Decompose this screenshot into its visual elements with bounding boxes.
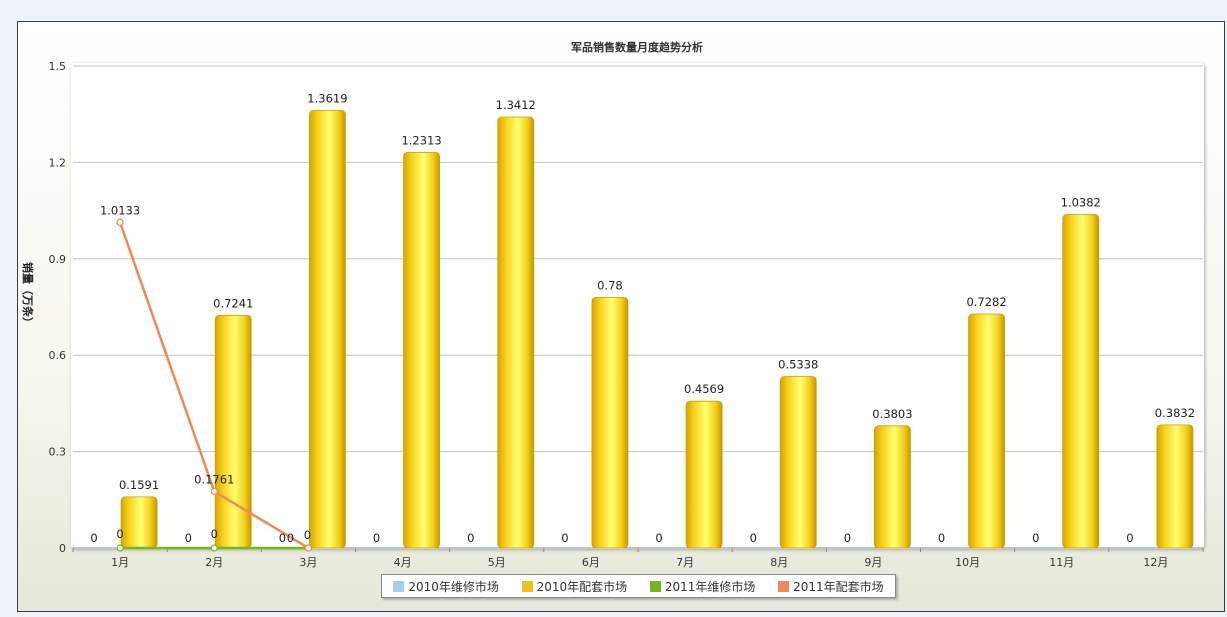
data-label-2010-maintenance: 0 xyxy=(750,531,757,545)
data-label-2010-maintenance: 0 xyxy=(373,531,380,545)
x-tick-label: 10月 xyxy=(955,556,980,569)
legend-item: 2010年维修市场 xyxy=(393,578,499,595)
legend-item: 2011年配套市场 xyxy=(778,578,884,595)
legend-swatch xyxy=(521,580,533,592)
bar-2010-maintenance xyxy=(648,547,685,548)
chart-svg: 军品销售数量月度趋势分析 销量（万条） 0 0.3 0.6 0.9 1.2 1.5 1月 2月… xyxy=(21,40,1204,569)
x-tick-label: 11月 xyxy=(1049,556,1074,569)
bar-2010-maintenance xyxy=(930,547,967,548)
y-tick-label: 0.3 xyxy=(49,446,67,459)
legend-label: 2010年配套市场 xyxy=(536,579,628,594)
bar-2010-oem xyxy=(214,314,252,549)
data-label-2011-maintenance: 0 xyxy=(116,527,123,541)
bar-2010-maintenance xyxy=(836,547,873,548)
bar-2010-maintenance xyxy=(83,547,120,548)
y-tick-label: 1.2 xyxy=(49,156,67,169)
bar-2010-oem xyxy=(120,496,158,549)
legend-label: 2011年维修市场 xyxy=(664,579,756,594)
x-tick-label: 4月 xyxy=(394,556,412,569)
data-label-2010-oem: 0.7241 xyxy=(213,296,253,310)
data-label-2010-oem: 1.3412 xyxy=(496,98,536,112)
point-2011-oem xyxy=(304,544,313,552)
data-label-2010-oem: 0.1591 xyxy=(119,478,159,492)
data-label-2010-maintenance: 0 xyxy=(1032,531,1039,545)
legend-label: 2011年配套市场 xyxy=(793,579,884,594)
data-label-2010-maintenance: 0 xyxy=(90,531,97,545)
data-label-2010-oem: 0.3832 xyxy=(1155,406,1195,420)
point-2011-oem xyxy=(116,218,124,226)
data-label-2010-maintenance: 0 xyxy=(1126,531,1133,545)
data-label-2010-oem: 0.5338 xyxy=(778,357,818,371)
data-label-2011-oem: 0 xyxy=(287,531,294,545)
point-2011-maintenance xyxy=(210,544,218,552)
x-tick-label: 5月 xyxy=(488,556,506,569)
bar-2010-oem xyxy=(1062,213,1100,549)
y-tick-label: 0.9 xyxy=(49,253,67,266)
y-tick-label: 1.5 xyxy=(49,60,67,73)
bar-2010-maintenance xyxy=(365,547,402,548)
bar-2010-oem xyxy=(874,425,911,549)
data-label-2010-maintenance: 0 xyxy=(938,531,945,545)
bar-2010-maintenance xyxy=(553,547,590,548)
bar-2010-oem xyxy=(1156,424,1194,549)
data-label-2010-oem: 1.2313 xyxy=(401,133,441,147)
bar-2010-oem xyxy=(309,109,346,549)
legend-swatch xyxy=(649,580,661,592)
legend-item: 2011年维修市场 xyxy=(649,578,756,595)
data-label-2011-maintenance: 0 xyxy=(304,528,311,542)
x-tick-label: 9月 xyxy=(864,556,882,569)
y-tick-label: 0.6 xyxy=(49,349,67,362)
legend-label: 2010年维修市场 xyxy=(408,579,499,594)
data-label-2011-maintenance: 0 xyxy=(211,527,218,541)
data-label-2010-maintenance: 0 xyxy=(467,531,474,545)
x-tick-label: 2月 xyxy=(205,556,223,569)
bar-2010-maintenance xyxy=(742,547,779,548)
bar-2010-oem xyxy=(403,151,440,549)
x-tick-label: 1月 xyxy=(111,556,129,569)
data-label-2010-maintenance: 0 xyxy=(185,531,192,545)
data-label-2010-oem: 0.3803 xyxy=(872,407,912,421)
x-tick-label: 12月 xyxy=(1143,556,1168,569)
bar-2010-maintenance xyxy=(1024,547,1061,548)
bar-2010-oem xyxy=(591,296,629,549)
y-tick-label: 0 xyxy=(59,542,66,555)
x-tick-label: 3月 xyxy=(299,556,317,569)
data-label-2010-oem: 0.7282 xyxy=(966,295,1006,309)
legend-swatch xyxy=(393,580,405,592)
x-tick-label: 6月 xyxy=(582,556,600,569)
bar-2010-oem xyxy=(685,400,723,549)
data-label-2010-oem: 0.78 xyxy=(597,278,623,292)
y-axis-label: 销量（万条） xyxy=(21,262,35,328)
data-label-2010-maintenance: 0 xyxy=(655,531,662,545)
bar-2010-maintenance xyxy=(1118,547,1155,548)
data-label-2010-oem: 1.0382 xyxy=(1061,195,1101,209)
data-label-2010-oem: 0.4569 xyxy=(684,382,724,396)
x-tick-label: 7月 xyxy=(676,556,694,569)
chart-title: 军品销售数量月度趋势分析 xyxy=(571,40,703,54)
bar-2010-oem xyxy=(968,313,1005,549)
bar-2010-oem xyxy=(779,376,817,549)
data-label-2010-maintenance: 0 xyxy=(279,531,286,545)
data-label-2010-maintenance: 0 xyxy=(844,531,851,545)
legend-swatch xyxy=(778,580,790,592)
legend-item: 2010年配套市场 xyxy=(521,578,628,595)
x-tick-label: 8月 xyxy=(770,556,788,569)
data-label-2011-oem: 1.0133 xyxy=(100,203,140,217)
legend: 2010年维修市场 2010年配套市场 2011年维修市场 2011年配套市场 xyxy=(381,574,896,598)
bar-2010-maintenance xyxy=(459,547,496,548)
point-2011-maintenance xyxy=(116,544,124,552)
data-label-2011-oem: 0.1761 xyxy=(194,472,234,486)
data-label-2010-maintenance: 0 xyxy=(561,531,568,545)
data-label-2010-oem: 1.3619 xyxy=(307,91,347,105)
bar-2010-oem xyxy=(497,116,535,549)
point-2011-oem xyxy=(210,487,218,496)
